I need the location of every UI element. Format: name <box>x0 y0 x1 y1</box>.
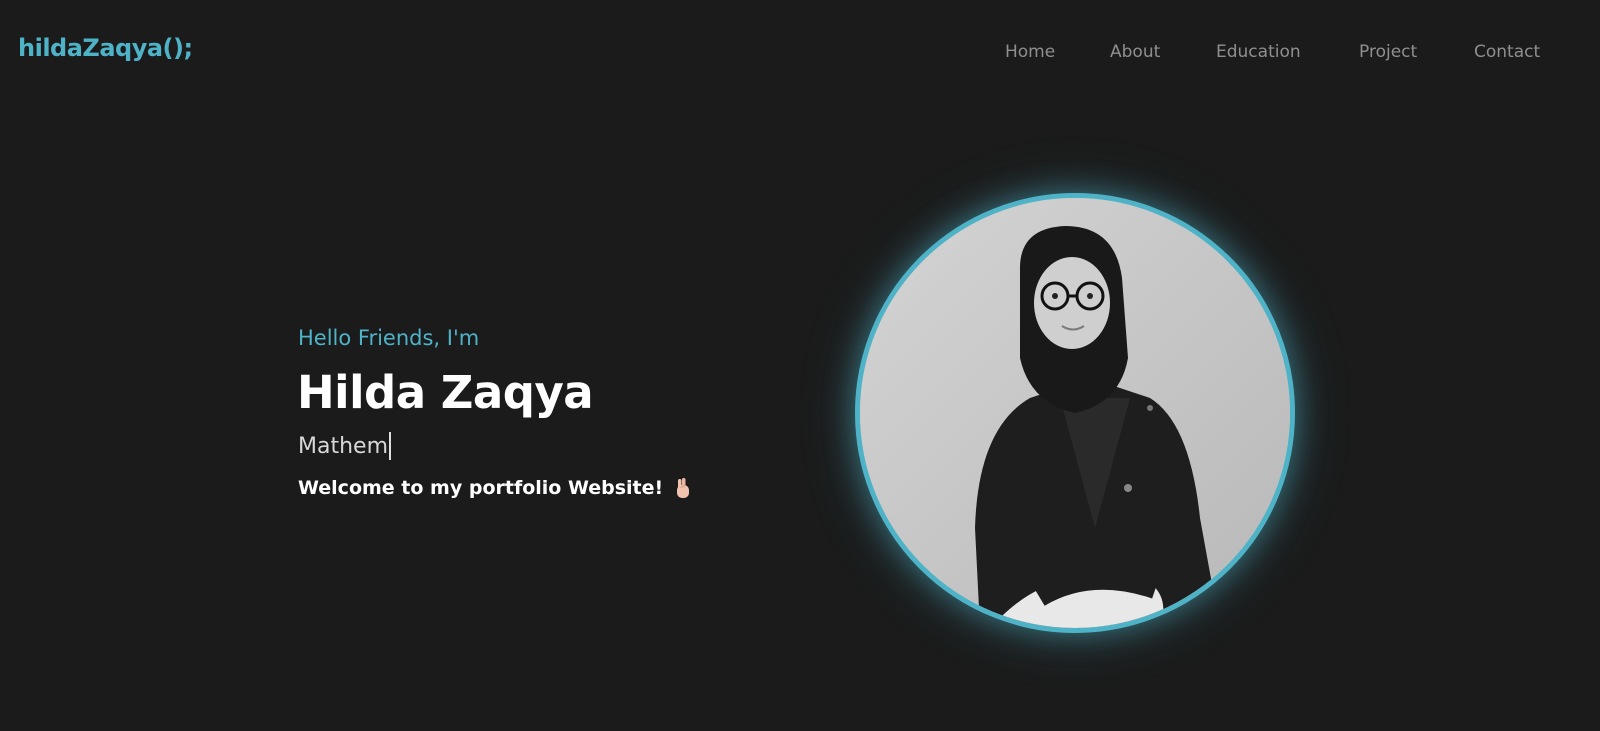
main-nav: Home About Education Project Contact <box>0 42 1600 66</box>
typing-cursor <box>389 432 391 460</box>
welcome-text: Welcome to my portfolio Website! <box>298 477 664 499</box>
nav-link-home[interactable]: Home <box>1005 42 1055 62</box>
profile-photo <box>855 193 1295 633</box>
page: hildaZaqya(); Home About Education Proje… <box>0 0 1600 731</box>
typed-role: Mathem <box>298 432 391 460</box>
nav-link-project[interactable]: Project <box>1359 42 1417 62</box>
hero-name: Hilda Zaqya <box>297 366 594 419</box>
nav-link-education[interactable]: Education <box>1216 42 1301 62</box>
profile-photo-illustration <box>860 198 1290 628</box>
typed-role-text: Mathem <box>298 433 388 459</box>
hero-greeting: Hello Friends, I'm <box>298 326 480 350</box>
nav-link-about[interactable]: About <box>1110 42 1160 62</box>
hand-emoji-icon <box>673 476 693 500</box>
nav-link-contact[interactable]: Contact <box>1474 42 1540 62</box>
welcome-message: Welcome to my portfolio Website! <box>298 476 693 500</box>
